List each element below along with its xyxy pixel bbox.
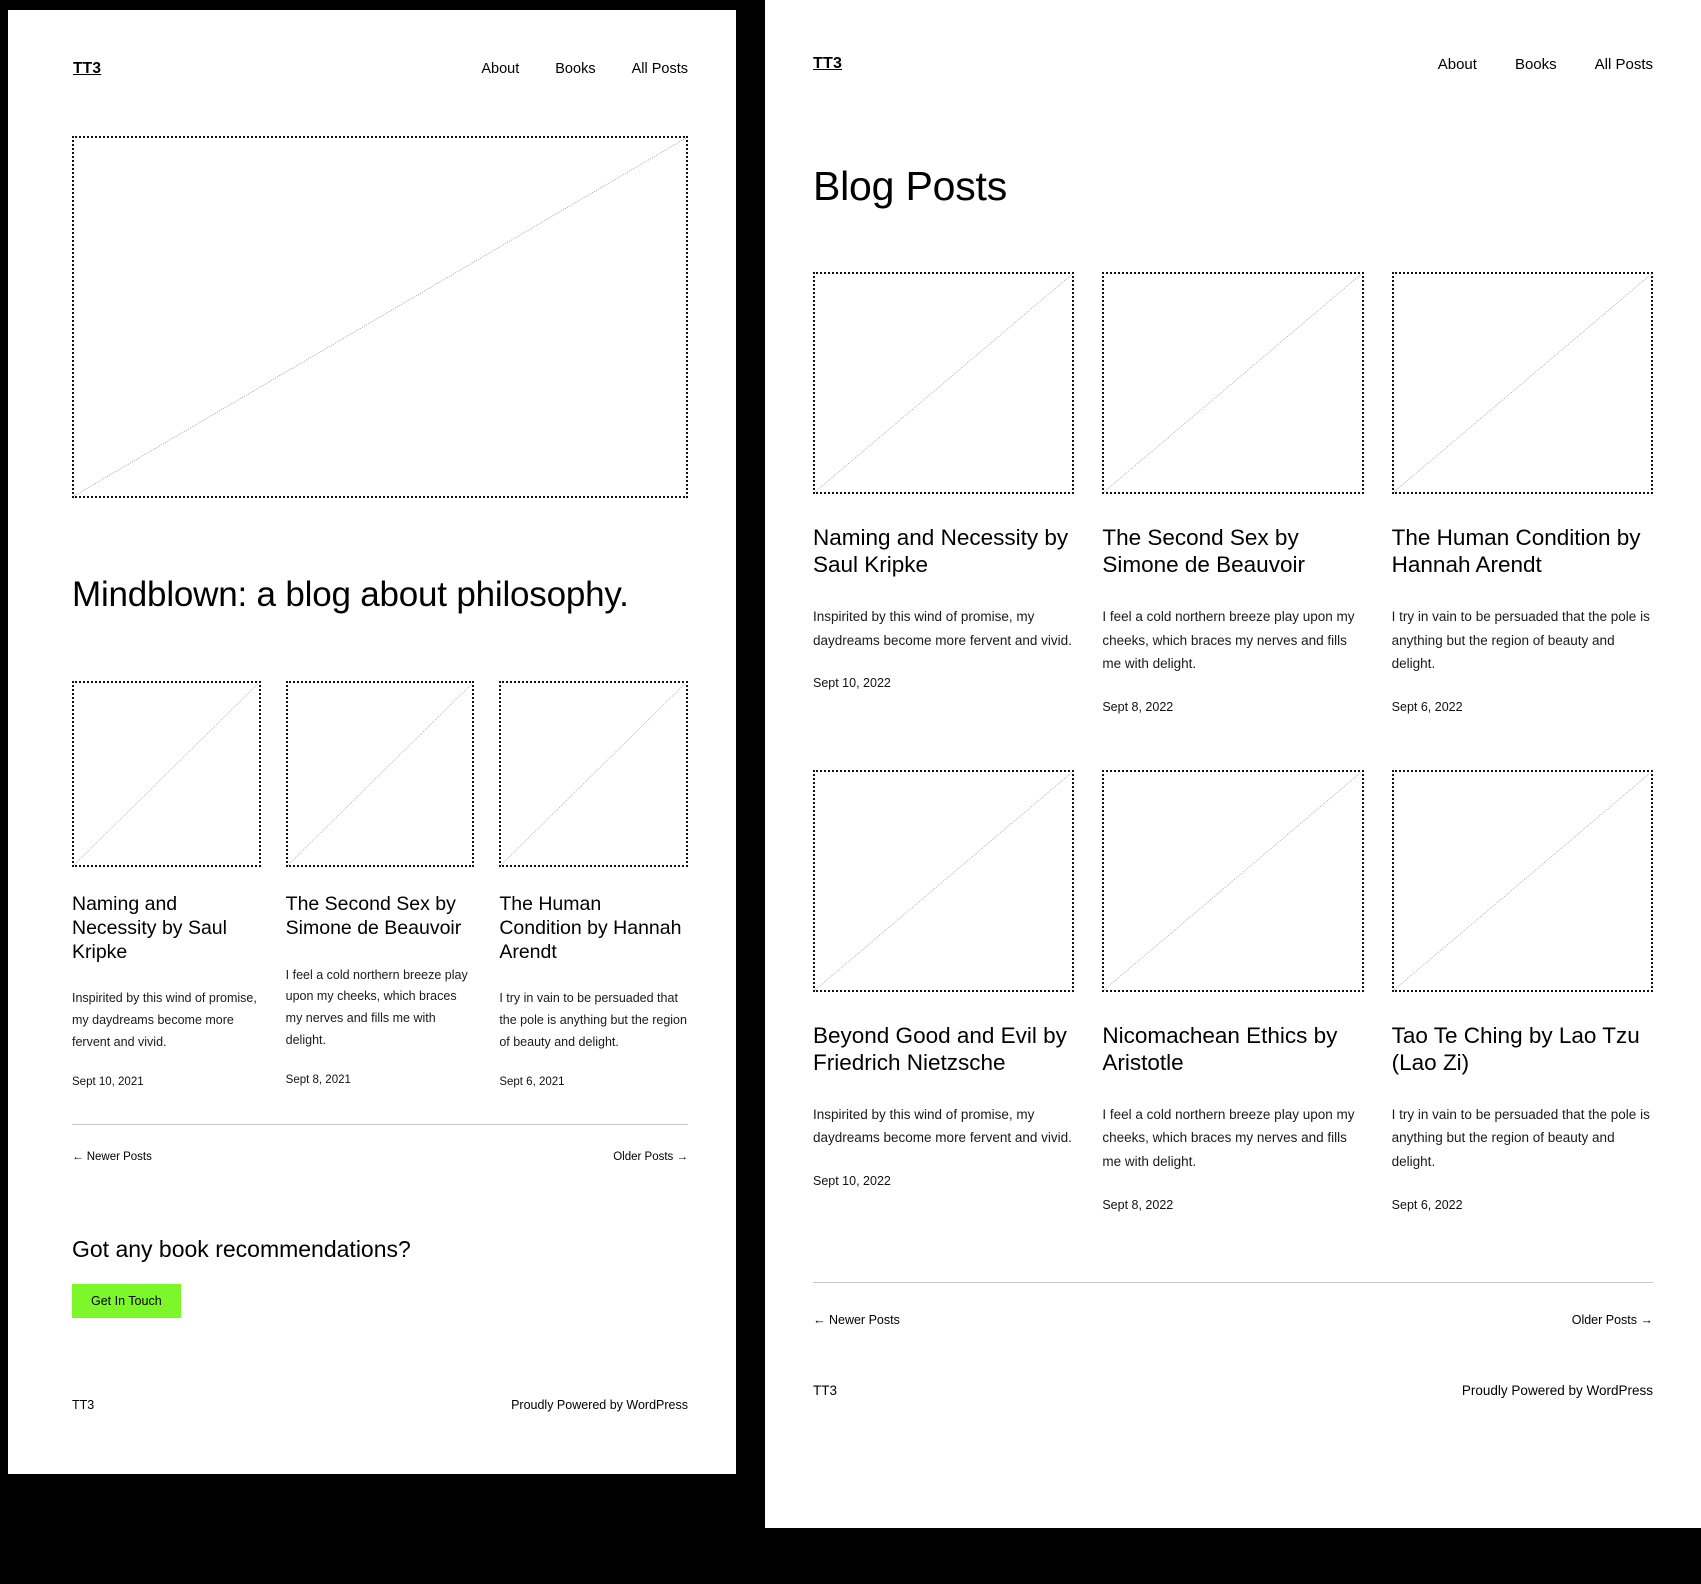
footer-brand: TT3 <box>813 1383 838 1398</box>
post-excerpt: Inspirited by this wind of promise, my d… <box>72 991 257 1050</box>
post-excerpt: I try in vain to be persuaded that the p… <box>1391 1106 1650 1169</box>
hero-image-placeholder <box>72 136 688 498</box>
right-site-header: TT3 About Books All Posts <box>765 0 1701 73</box>
older-posts-link[interactable]: Older Posts → <box>613 1151 688 1163</box>
nav-item-books[interactable]: Books <box>555 61 595 77</box>
post-title[interactable]: Nicomachean Ethics by Aristotle <box>1102 1022 1363 1077</box>
left-site-header: TT3 About Books All Posts <box>8 10 736 78</box>
post-thumbnail-placeholder <box>813 769 1075 992</box>
post-date: Sept 10, 2022 <box>813 1173 891 1188</box>
post-title[interactable]: Beyond Good and Evil by Friedrich Nietzs… <box>813 1022 1074 1077</box>
nav-item-all-posts[interactable]: All Posts <box>1595 56 1653 73</box>
post-title[interactable]: Naming and Necessity by Saul Kripke <box>813 524 1074 579</box>
post-date: Sept 8, 2021 <box>285 1074 351 1087</box>
site-brand-logo[interactable]: TT3 <box>73 60 101 78</box>
post-date: Sept 8, 2022 <box>1102 699 1174 714</box>
cta-section: Got any book recommendations? Get In Tou… <box>72 1235 688 1318</box>
post-thumbnail-placeholder <box>813 272 1075 494</box>
screenshot-stage: TT3 About Books All Posts Mindblown: a b… <box>0 0 1701 1584</box>
right-pagination: ← Newer Posts Older Posts → <box>813 1281 1653 1327</box>
post-excerpt: Inspirited by this wind of promise, my d… <box>813 1106 1072 1146</box>
primary-navigation: About Books All Posts <box>1438 56 1653 73</box>
post-card[interactable]: Beyond Good and Evil by Friedrich Nietzs… <box>813 769 1075 1212</box>
post-date: Sept 8, 2022 <box>1102 1197 1174 1212</box>
post-date: Sept 6, 2022 <box>1391 1197 1463 1212</box>
post-card[interactable]: Naming and Necessity by Saul Kripke Insp… <box>813 272 1075 714</box>
post-thumbnail-placeholder <box>1102 272 1364 494</box>
older-posts-link[interactable]: Older Posts → <box>1572 1313 1653 1327</box>
post-thumbnail-placeholder <box>1391 272 1653 494</box>
post-title[interactable]: The Second Sex by Simone de Beauvoir <box>1102 524 1363 579</box>
nav-item-all-posts[interactable]: All Posts <box>632 61 688 77</box>
post-excerpt: I try in vain to be persuaded that the p… <box>1391 608 1650 672</box>
post-excerpt: I try in vain to be persuaded that the p… <box>499 991 687 1050</box>
post-card[interactable]: The Second Sex by Simone de Beauvoir I f… <box>285 681 475 1088</box>
post-thumbnail-placeholder <box>499 681 688 867</box>
post-thumbnail-placeholder <box>72 681 261 867</box>
post-title[interactable]: Tao Te Ching by Lao Tzu (Lao Zi) <box>1392 1022 1653 1077</box>
site-brand-logo[interactable]: TT3 <box>813 55 842 73</box>
left-page: TT3 About Books All Posts Mindblown: a b… <box>8 10 736 1474</box>
post-excerpt: I feel a cold northern breeze play upon … <box>285 967 468 1048</box>
footer-wordpress-credit[interactable]: Proudly Powered by WordPress <box>511 1398 688 1412</box>
post-title[interactable]: The Human Condition by Hannah Arendt <box>1392 524 1653 579</box>
left-pagination: ← Newer Posts Older Posts → <box>72 1123 688 1163</box>
post-title[interactable]: The Second Sex by Simone de Beauvoir <box>286 893 475 941</box>
newer-posts-link[interactable]: ← Newer Posts <box>813 1313 900 1327</box>
footer-brand: TT3 <box>72 1398 95 1412</box>
left-browser-panel: TT3 About Books All Posts Mindblown: a b… <box>8 10 736 1474</box>
get-in-touch-button[interactable]: Get In Touch <box>72 1283 181 1318</box>
right-browser-panel: TT3 About Books All Posts Blog Posts Nam… <box>765 0 1701 1528</box>
post-date: Sept 10, 2021 <box>72 1075 144 1088</box>
nav-item-books[interactable]: Books <box>1515 56 1557 73</box>
post-excerpt: I feel a cold northern breeze play upon … <box>1102 1106 1355 1169</box>
post-thumbnail-placeholder <box>1391 769 1653 992</box>
post-card[interactable]: Tao Te Ching by Lao Tzu (Lao Zi) I try i… <box>1391 769 1653 1212</box>
page-title: Blog Posts <box>813 163 1007 209</box>
left-posts-grid: Naming and Necessity by Saul Kripke Insp… <box>72 681 688 1088</box>
right-posts-grid: Naming and Necessity by Saul Kripke Insp… <box>813 272 1653 1212</box>
post-date: Sept 6, 2021 <box>499 1075 565 1088</box>
post-thumbnail-placeholder <box>285 681 475 867</box>
post-card[interactable]: The Human Condition by Hannah Arendt I t… <box>499 681 688 1088</box>
right-page: TT3 About Books All Posts Blog Posts Nam… <box>765 0 1701 1528</box>
nav-item-about[interactable]: About <box>481 61 519 77</box>
post-card[interactable]: The Second Sex by Simone de Beauvoir I f… <box>1102 272 1364 714</box>
post-title[interactable]: The Human Condition by Hannah Arendt <box>499 893 688 964</box>
post-card[interactable]: The Human Condition by Hannah Arendt I t… <box>1391 272 1653 714</box>
post-excerpt: I feel a cold northern breeze play upon … <box>1102 608 1355 672</box>
nav-item-about[interactable]: About <box>1438 56 1477 73</box>
cta-title: Got any book recommendations? <box>72 1235 411 1262</box>
footer-wordpress-credit[interactable]: Proudly Powered by WordPress <box>1462 1383 1653 1398</box>
primary-navigation: About Books All Posts <box>481 61 688 77</box>
post-card[interactable]: Naming and Necessity by Saul Kripke Insp… <box>72 681 261 1088</box>
newer-posts-link[interactable]: ← Newer Posts <box>72 1151 152 1163</box>
post-date: Sept 6, 2022 <box>1391 699 1463 714</box>
left-site-footer: TT3 Proudly Powered by WordPress <box>8 1398 736 1412</box>
right-site-footer: TT3 Proudly Powered by WordPress <box>765 1383 1701 1398</box>
hero-title: Mindblown: a blog about philosophy. <box>72 575 629 614</box>
post-title[interactable]: Naming and Necessity by Saul Kripke <box>72 893 261 964</box>
post-card[interactable]: Nicomachean Ethics by Aristotle I feel a… <box>1102 769 1364 1212</box>
post-thumbnail-placeholder <box>1102 769 1364 992</box>
post-date: Sept 10, 2022 <box>813 676 891 691</box>
post-excerpt: Inspirited by this wind of promise, my d… <box>813 608 1072 648</box>
